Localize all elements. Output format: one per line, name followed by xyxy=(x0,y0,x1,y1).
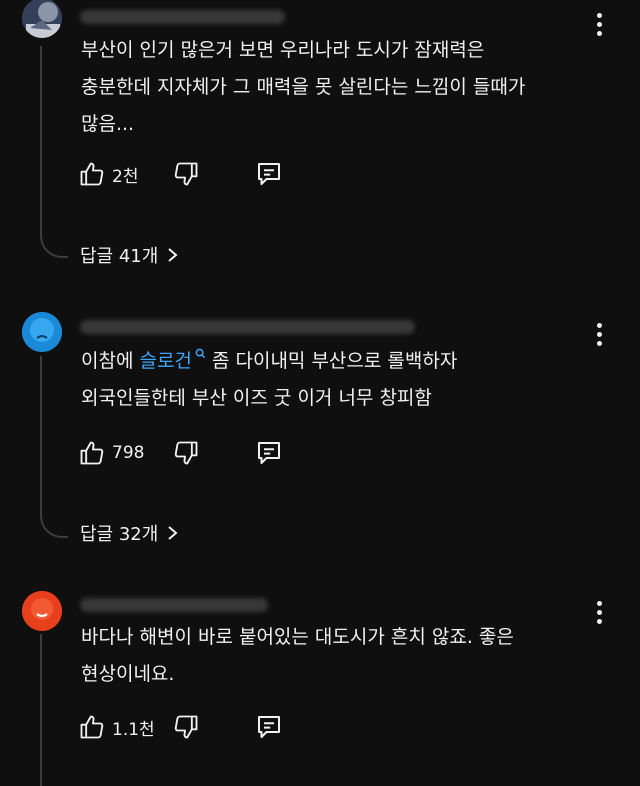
comment-2-dislike-button[interactable] xyxy=(172,437,200,469)
thumb-up-icon xyxy=(80,441,104,465)
comment-1-text: 부산이 인기 많은거 보면 우리나라 도시가 잠재력은 충분한데 지자체가 그 … xyxy=(81,39,526,135)
comment-3-like-count: 1.1천 xyxy=(112,719,155,740)
reply-icon xyxy=(258,442,280,464)
comment-2-reply-button[interactable] xyxy=(254,437,284,469)
comment-2-thread-line xyxy=(40,356,42,514)
thumb-down-icon xyxy=(174,162,198,186)
comment-1-avatar[interactable] xyxy=(22,0,62,38)
comment-3-reply-button[interactable] xyxy=(254,711,284,743)
more-vert-icon xyxy=(596,12,602,18)
comment-2-link-text: 슬로건 xyxy=(139,350,192,372)
comment-3-dislike-button[interactable] xyxy=(172,711,200,743)
comment-2-text: 이참에 슬로건 좀 다이내믹 부산으로 롤백하자 외국인들한테 부산 이즈 굿 … xyxy=(81,343,601,417)
comment-1-replies-label: 답글 41개 xyxy=(80,246,159,267)
more-vert-dot xyxy=(596,21,602,27)
comment-1-actions: 2천 xyxy=(78,158,298,190)
comment-2-thread-curve xyxy=(40,510,68,538)
reply-icon xyxy=(258,716,280,738)
comment-1-thread-line xyxy=(40,46,42,234)
thumb-up-icon xyxy=(80,715,104,739)
chevron-right-icon xyxy=(168,526,178,540)
search-icon xyxy=(195,348,206,359)
thumb-up-icon xyxy=(80,162,104,186)
comment-3-text: 바다나 해변이 바로 붙어있는 대도시가 흔치 않죠. 좋은 현상이네요. xyxy=(81,626,514,685)
comment-1-replies-button[interactable]: 답글 41개 xyxy=(80,240,180,270)
thumb-down-icon xyxy=(174,715,198,739)
comment-3-like-button[interactable]: 1.1천 xyxy=(78,711,155,743)
avatar-image xyxy=(22,0,62,38)
chevron-right-icon xyxy=(168,248,178,262)
comment-2-hashtag-link[interactable]: 슬로건 xyxy=(139,348,206,372)
comment-2-like-count: 798 xyxy=(112,443,145,463)
comment-1-thread-curve xyxy=(40,230,68,258)
comment-3-actions: 1.1천 xyxy=(78,711,298,743)
comment-2-replies-label: 답글 32개 xyxy=(80,524,159,545)
comment-2-avatar[interactable] xyxy=(22,312,62,352)
more-vert-icon xyxy=(596,600,602,606)
comment-1-like-button[interactable]: 2천 xyxy=(78,158,138,190)
comment-3-avatar[interactable] xyxy=(22,591,62,631)
comment-1-reply-button[interactable] xyxy=(254,158,284,190)
comment-2-author-blurred[interactable] xyxy=(80,320,415,334)
avatar-image xyxy=(22,312,62,352)
comment-2-like-button[interactable]: 798 xyxy=(78,437,144,469)
more-vert-dot xyxy=(596,331,602,337)
avatar-image xyxy=(22,591,62,631)
thumb-down-icon xyxy=(174,441,198,465)
comment-2-replies-button[interactable]: 답글 32개 xyxy=(80,518,180,548)
comment-1-dislike-button[interactable] xyxy=(172,158,200,190)
comment-3-author-blurred[interactable] xyxy=(80,598,268,612)
comment-3-thread-line xyxy=(40,634,42,786)
reply-icon xyxy=(258,163,280,185)
comment-2-actions: 798 xyxy=(78,437,298,469)
comment-1-author-blurred[interactable] xyxy=(80,10,285,24)
comment-1-like-count: 2천 xyxy=(112,166,139,187)
more-vert-dot xyxy=(596,609,602,615)
more-vert-icon xyxy=(596,322,602,328)
comment-2-text-before: 이참에 xyxy=(81,350,140,372)
